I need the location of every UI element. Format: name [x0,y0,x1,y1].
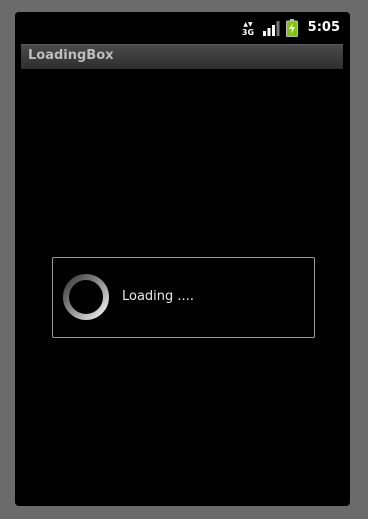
signal-strength-icon [262,19,280,37]
network-3g-icon: ▲▼ 3G [240,19,256,37]
network-type-label: 3G [242,28,254,37]
network-arrows-label: ▲▼ [243,21,253,28]
phone-screen: ▲▼ 3G 5:05 LoadingBox Loading .... [15,12,350,506]
loading-dialog: Loading .... [52,257,315,338]
battery-charging-icon [285,19,298,37]
app-title: LoadingBox [28,48,114,63]
loading-spinner-icon [62,273,110,321]
status-bar: ▲▼ 3G 5:05 [15,12,350,43]
status-clock: 5:05 [307,20,340,35]
app-title-bar: LoadingBox [21,44,343,69]
status-icons: ▲▼ 3G 5:05 [240,18,340,38]
loading-message: Loading .... [122,289,194,304]
